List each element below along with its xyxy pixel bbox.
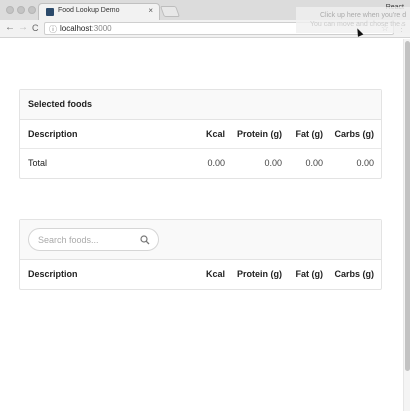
window-zoom-button[interactable] — [28, 6, 36, 14]
column-header-carbs: Carbs (g) — [334, 129, 374, 139]
search-box[interactable] — [28, 228, 159, 251]
window-minimize-button[interactable] — [17, 6, 25, 14]
total-row: Total 0.00 0.00 0.00 0.00 — [20, 149, 381, 178]
food-search-table: Description Kcal Protein (g) Fat (g) Car… — [19, 219, 382, 290]
info-icon[interactable]: ⓘ — [49, 24, 57, 35]
column-header-carbs: Carbs (g) — [334, 269, 374, 279]
column-header-protein: Protein (g) — [237, 269, 282, 279]
back-arrow-icon[interactable]: ← — [5, 22, 15, 34]
total-fat: 0.00 — [305, 158, 323, 168]
search-header — [20, 220, 381, 260]
tab-close-icon[interactable]: × — [148, 6, 153, 15]
selected-foods-table: Selected foods Description Kcal Protein … — [19, 89, 382, 179]
column-header-fat: Fat (g) — [295, 129, 324, 139]
column-header-protein: Protein (g) — [237, 129, 282, 139]
page-content: Selected foods Description Kcal Protein … — [0, 39, 403, 411]
hint-line-1: Click up here when you're d — [320, 12, 407, 19]
search-input[interactable] — [38, 233, 138, 246]
search-column-headers: Description Kcal Protein (g) Fat (g) Car… — [20, 260, 381, 289]
column-header-description: Description — [28, 269, 78, 279]
total-kcal: 0.00 — [207, 158, 225, 168]
window-close-button[interactable] — [6, 6, 14, 14]
selected-foods-title: Selected foods — [28, 99, 93, 109]
search-icon — [140, 235, 150, 245]
overlay-hint: Click up here when you're d You can move… — [296, 7, 410, 33]
selected-foods-column-headers: Description Kcal Protein (g) Fat (g) Car… — [20, 120, 381, 149]
new-tab-button[interactable] — [159, 6, 181, 17]
selected-foods-header: Selected foods — [20, 90, 381, 120]
total-label: Total — [28, 158, 48, 168]
column-header-description: Description — [28, 129, 78, 139]
column-header-kcal: Kcal — [205, 269, 225, 279]
column-header-kcal: Kcal — [205, 129, 225, 139]
favicon-icon — [46, 8, 54, 16]
page-scrollbar[interactable] — [403, 39, 410, 411]
scrollbar-thumb[interactable] — [405, 41, 410, 371]
browser-tab[interactable]: Food Lookup Demo × — [38, 3, 160, 20]
column-header-fat: Fat (g) — [295, 269, 324, 279]
total-carbs: 0.00 — [356, 158, 374, 168]
url-text: localhost:3000 — [60, 24, 112, 33]
forward-arrow-icon[interactable]: → — [18, 22, 28, 34]
tab-title: Food Lookup Demo — [58, 7, 120, 14]
reload-icon[interactable]: C — [32, 22, 39, 34]
total-protein: 0.00 — [264, 158, 282, 168]
